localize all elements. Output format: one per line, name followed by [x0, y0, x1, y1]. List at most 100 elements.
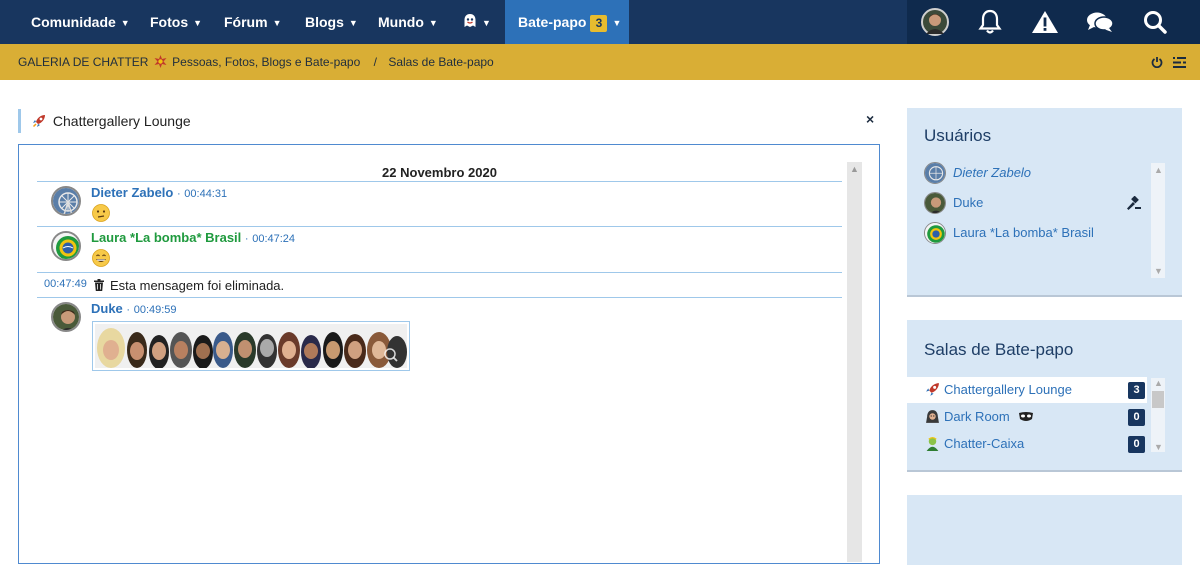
nav-right-group — [907, 0, 1200, 44]
room-user-count: 0 — [1128, 436, 1145, 453]
room-name: Chatter-Caixa — [944, 436, 1025, 451]
close-icon: × — [866, 111, 875, 127]
search-button[interactable] — [1140, 0, 1170, 44]
brazil-seal-avatar-icon — [53, 233, 79, 259]
list-settings-icon[interactable] — [1173, 56, 1186, 68]
room-name: Chattergallery Lounge — [944, 382, 1072, 397]
moderator-gavel-icon — [1127, 196, 1141, 210]
chat-messages-area[interactable]: 22 Novembro 2020 ▲ Dieter Zabelo · 00:44… — [18, 144, 880, 564]
nav-comunidade[interactable]: Comunidade ▼ — [31, 0, 130, 44]
mask-icon — [1019, 412, 1033, 421]
nav-blogs[interactable]: Blogs ▼ — [305, 0, 358, 44]
room-user-count: 3 — [1128, 382, 1145, 399]
message-header: Duke · 00:49:59 — [91, 301, 177, 316]
chat-message: Dieter Zabelo · 00:44:31 — [37, 182, 842, 227]
breadcrumb-site-link[interactable]: GALERIA DE CHATTER — [18, 55, 148, 69]
rooms-panel: Salas de Bate-papo ▲ ▼ Chattergallery Lo… — [907, 320, 1182, 470]
message-username[interactable]: Laura *La bomba* Brasil — [91, 230, 241, 245]
warning-icon — [1032, 11, 1058, 33]
user-list-item[interactable]: Duke — [924, 191, 1144, 215]
message-separator: · — [176, 188, 181, 200]
scroll-down-icon[interactable]: ▼ — [1154, 266, 1163, 276]
chat-scrollbar[interactable]: ▲ — [847, 162, 862, 562]
chat-message: Laura *La bomba* Brasil · 00:47:24 — [37, 227, 842, 273]
rocket-icon — [32, 115, 45, 128]
notifications-button[interactable] — [975, 0, 1005, 44]
user-avatar-button[interactable] — [920, 0, 950, 44]
people-collage-picture — [95, 324, 407, 369]
room-name: Dark Room — [944, 409, 1010, 424]
chevron-down-icon: ▼ — [482, 18, 491, 28]
chevron-down-icon: ▼ — [348, 18, 358, 28]
user-name: Duke — [953, 195, 984, 210]
message-header: Dieter Zabelo · 00:44:31 — [91, 185, 227, 200]
bell-icon — [978, 9, 1002, 34]
photo-collage-image[interactable] — [92, 321, 410, 371]
message-username[interactable]: Dieter Zabelo — [91, 185, 173, 200]
scroll-up-icon[interactable]: ▲ — [1154, 378, 1163, 388]
message-time: 00:44:31 — [184, 188, 228, 200]
user-list-item[interactable]: Laura *La bomba* Brasil — [924, 221, 1144, 245]
message-separator: · — [126, 304, 131, 316]
date-label: 22 Novembro 2020 — [382, 165, 497, 180]
users-panel: Usuários ▲ ▼ Dieter Zabelo Duke Laura *L… — [907, 108, 1182, 295]
chevron-down-icon: ▼ — [272, 18, 282, 28]
site-logo-icon — [154, 55, 167, 68]
scroll-down-icon[interactable]: ▼ — [1154, 442, 1163, 452]
avatar[interactable] — [51, 186, 81, 216]
breadcrumb-bar: GALERIA DE CHATTER Pessoas, Fotos, Blogs… — [0, 44, 1200, 80]
message-separator: · — [244, 233, 249, 245]
user-name: Dieter Zabelo — [953, 165, 1032, 180]
message-username[interactable]: Duke — [91, 301, 123, 316]
nav-forum[interactable]: Fórum ▼ — [224, 0, 281, 44]
message-time: 00:47:49 — [44, 278, 87, 290]
room-list-item[interactable]: Chattergallery Lounge 3 — [907, 377, 1147, 403]
breadcrumb-tools — [1151, 44, 1186, 80]
chevron-down-icon: ▼ — [428, 18, 438, 28]
hooded-figure-icon — [926, 410, 939, 423]
breadcrumb-current[interactable]: Salas de Bate-papo — [388, 55, 493, 69]
chevron-down-icon: ▼ — [193, 18, 203, 28]
breadcrumb: GALERIA DE CHATTER Pessoas, Fotos, Blogs… — [18, 44, 494, 80]
room-user-count: 0 — [1128, 409, 1145, 426]
deleted-message-text: Esta mensagem foi eliminada. — [110, 278, 285, 293]
nav-emoji-menu[interactable]: ▼ — [463, 0, 491, 44]
messages-button[interactable] — [1085, 0, 1115, 44]
avatar[interactable] — [51, 302, 81, 332]
message-header: Laura *La bomba* Brasil · 00:47:24 — [91, 230, 295, 245]
nav-blogs-label: Blogs — [305, 14, 344, 30]
avatar — [924, 222, 946, 244]
duke-avatar-icon — [53, 304, 79, 330]
alerts-button[interactable] — [1030, 0, 1060, 44]
nav-comunidade-label: Comunidade — [31, 14, 116, 30]
scroll-up-icon[interactable]: ▲ — [850, 164, 859, 174]
user-list-item[interactable]: Dieter Zabelo — [924, 161, 1144, 185]
room-list-item[interactable]: Dark Room 0 — [907, 404, 1147, 430]
breadcrumb-tagline[interactable]: Pessoas, Fotos, Blogs e Bate-papo — [172, 55, 360, 69]
message-time: 00:49:59 — [133, 304, 177, 316]
rocket-icon — [926, 383, 939, 396]
top-navigation-bar: Comunidade ▼ Fotos ▼ Fórum ▼ Blogs ▼ Mundo ▼ … — [0, 0, 1200, 44]
rooms-scrollbar[interactable]: ▲ ▼ — [1151, 378, 1165, 452]
message-time: 00:47:24 — [252, 233, 296, 245]
avatar — [921, 8, 949, 36]
power-icon[interactable] — [1151, 56, 1163, 68]
scroll-thumb[interactable] — [1152, 391, 1164, 408]
users-scrollbar[interactable]: ▲ ▼ — [1151, 163, 1165, 278]
room-title: Chattergallery Lounge — [52, 113, 191, 129]
green-person-icon — [926, 436, 939, 451]
rooms-panel-title: Salas de Bate-papo — [924, 340, 1074, 359]
nav-fotos[interactable]: Fotos ▼ — [150, 0, 202, 44]
avatar[interactable] — [51, 231, 81, 261]
chat-message-deleted: 00:47:49 Esta mensagem foi eliminada. — [37, 273, 842, 298]
chevron-down-icon: ▼ — [120, 18, 130, 28]
confused-emoji-icon — [92, 204, 110, 222]
user-name: Laura *La bomba* Brasil — [953, 225, 1094, 240]
scroll-up-icon[interactable]: ▲ — [1154, 165, 1163, 175]
nav-bate-papo[interactable]: Bate-papo 3 ▼ — [505, 0, 629, 44]
nav-fotos-label: Fotos — [150, 14, 189, 30]
room-list-item[interactable]: Chatter-Caixa 0 — [907, 431, 1147, 457]
search-icon — [1144, 11, 1167, 34]
nav-mundo[interactable]: Mundo ▼ — [378, 0, 438, 44]
close-room-button[interactable]: × — [866, 111, 874, 127]
